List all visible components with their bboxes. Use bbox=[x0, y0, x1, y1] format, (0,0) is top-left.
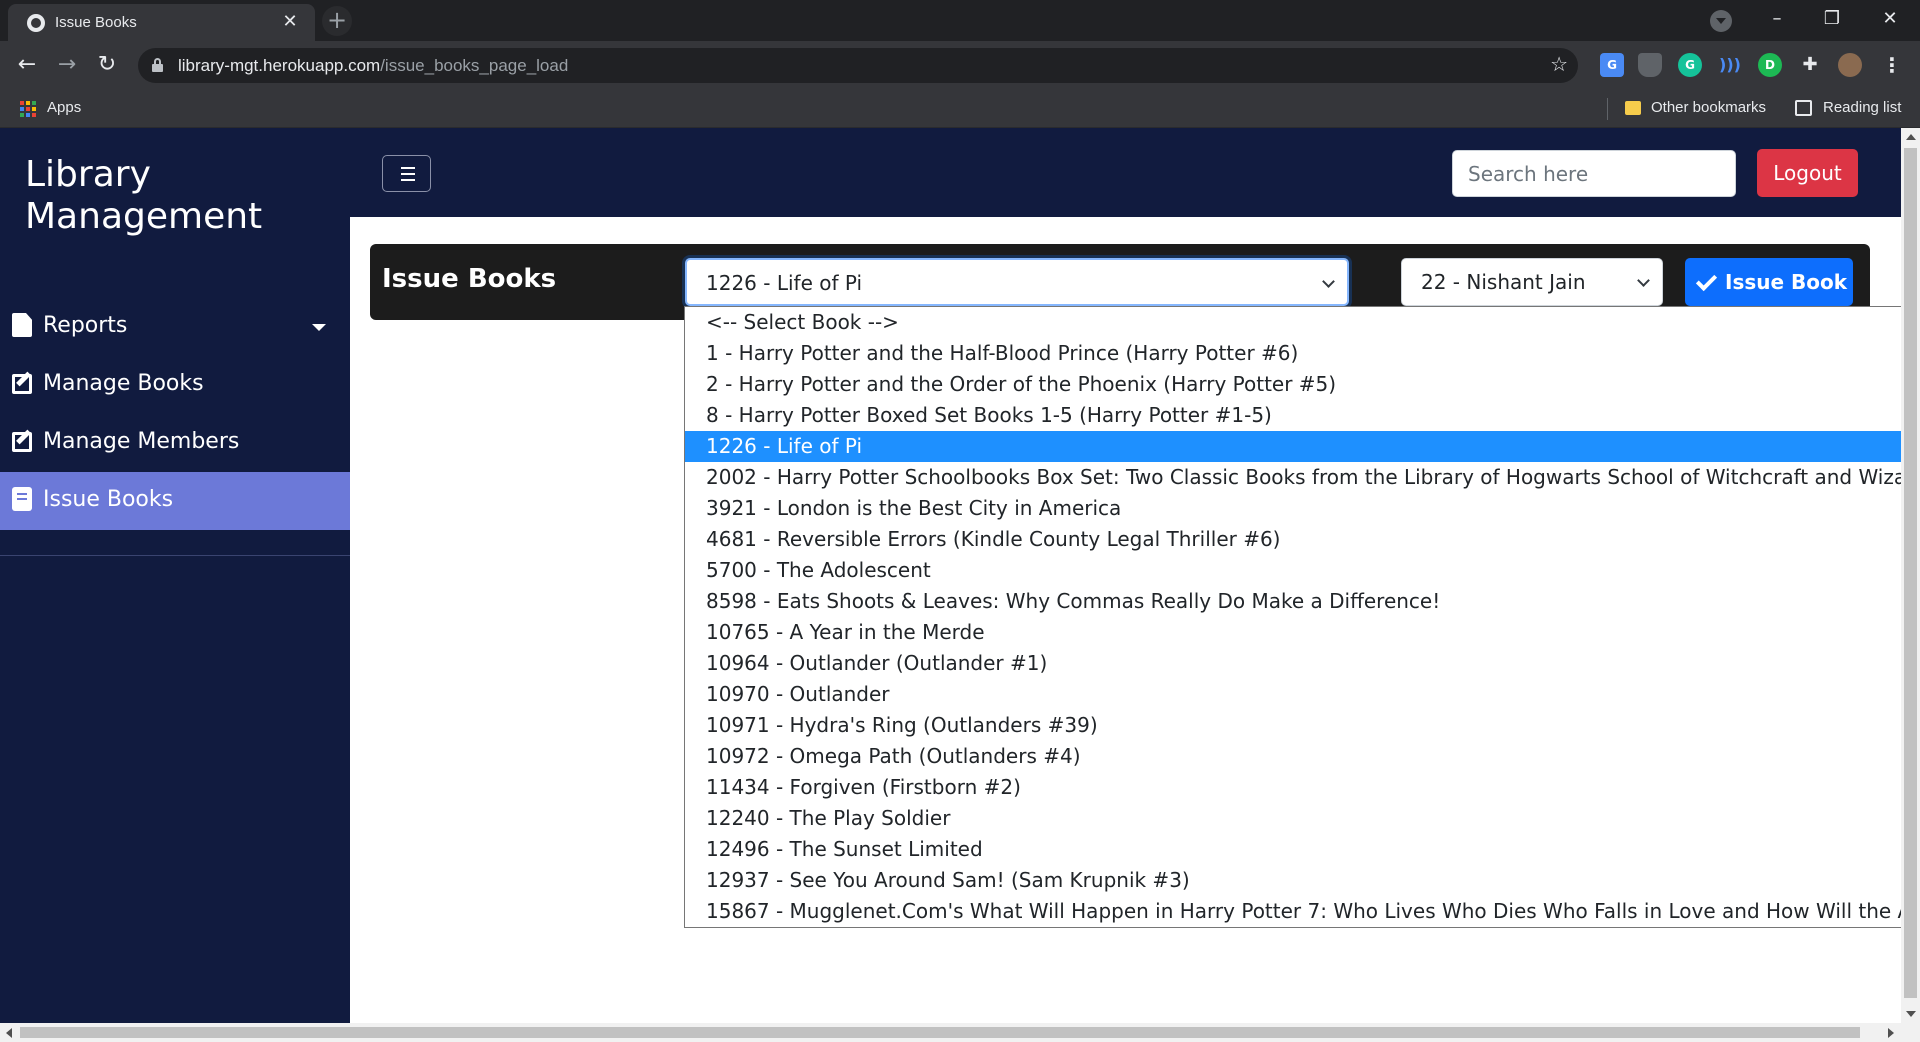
book-icon bbox=[12, 487, 32, 511]
other-bookmarks[interactable]: Other bookmarks bbox=[1651, 99, 1766, 116]
sidebar-item-manage-books[interactable]: Manage Books bbox=[0, 356, 350, 414]
tab-title: Issue Books bbox=[55, 14, 137, 31]
forward-arrow-icon[interactable]: → bbox=[52, 50, 82, 80]
restore-icon[interactable]: ❐ bbox=[1817, 8, 1847, 29]
close-tab-icon[interactable]: ✕ bbox=[279, 11, 301, 33]
sidebar-item-manage-members[interactable]: Manage Members bbox=[0, 414, 350, 472]
book-option[interactable]: 8598 - Eats Shoots & Leaves: Why Commas … bbox=[685, 586, 1919, 617]
book-option[interactable]: 3921 - London is the Best City in Americ… bbox=[685, 493, 1919, 524]
issue-book-button[interactable]: Issue Book bbox=[1685, 258, 1853, 306]
book-option[interactable]: 10972 - Omega Path (Outlanders #4) bbox=[685, 741, 1919, 772]
book-option[interactable]: 10964 - Outlander (Outlander #1) bbox=[685, 648, 1919, 679]
browser-tabstrip: Issue Books ✕ + – ❐ ✕ bbox=[0, 0, 1920, 41]
translate-extension-icon[interactable]: G bbox=[1600, 53, 1624, 77]
book-option[interactable]: <-- Select Book --> bbox=[685, 307, 1919, 338]
book-option[interactable]: 1226 - Life of Pi bbox=[685, 431, 1919, 462]
address-bar[interactable]: library-mgt.herokuapp.com/issue_books_pa… bbox=[138, 48, 1578, 83]
book-select[interactable]: 1226 - Life of Pi bbox=[685, 258, 1349, 306]
minimize-icon[interactable]: – bbox=[1762, 8, 1792, 29]
book-select-value: 1226 - Life of Pi bbox=[706, 271, 863, 295]
book-option[interactable]: 12240 - The Play Soldier bbox=[685, 803, 1919, 834]
book-option[interactable]: 12496 - The Sunset Limited bbox=[685, 834, 1919, 865]
grammarly-extension-icon[interactable]: G bbox=[1678, 53, 1702, 77]
scroll-right-arrow-icon[interactable] bbox=[1888, 1028, 1894, 1038]
member-select[interactable]: 22 - Nishant Jain bbox=[1401, 258, 1663, 306]
browser-tab[interactable]: Issue Books ✕ bbox=[8, 4, 315, 41]
logout-button[interactable]: Logout bbox=[1757, 149, 1858, 197]
check-icon bbox=[1695, 269, 1718, 292]
edit-icon bbox=[12, 432, 32, 452]
horizontal-scroll-thumb[interactable] bbox=[20, 1027, 1860, 1038]
book-option[interactable]: 15867 - Mugglenet.Com's What Will Happen… bbox=[685, 896, 1919, 927]
bookmark-star-icon[interactable]: ☆ bbox=[1550, 52, 1568, 76]
browser-toolbar: ← → ↻ library-mgt.herokuapp.com/issue_bo… bbox=[0, 41, 1920, 90]
green-extension-icon[interactable]: D bbox=[1758, 53, 1782, 77]
horizontal-scrollbar[interactable] bbox=[0, 1023, 1920, 1042]
file-icon bbox=[12, 313, 32, 337]
brand-title: Library Management bbox=[25, 154, 263, 237]
reload-icon[interactable]: ↻ bbox=[92, 50, 122, 80]
sidebar-item-issue-books[interactable]: Issue Books bbox=[0, 472, 350, 530]
sidebar: Library Management Reports Manage Books … bbox=[0, 128, 350, 1023]
avatar[interactable] bbox=[1838, 53, 1862, 77]
book-option[interactable]: 4681 - Reversible Errors (Kindle County … bbox=[685, 524, 1919, 555]
page-title: Issue Books bbox=[382, 264, 557, 294]
reading-list-icon bbox=[1795, 100, 1812, 116]
vertical-scroll-thumb[interactable] bbox=[1904, 148, 1917, 998]
bookmark-separator bbox=[1607, 98, 1608, 120]
chevron-down-icon bbox=[1322, 275, 1335, 288]
book-option[interactable]: 2 - Harry Potter and the Order of the Ph… bbox=[685, 369, 1919, 400]
book-option[interactable]: 2002 - Harry Potter Schoolbooks Box Set:… bbox=[685, 462, 1919, 493]
scroll-up-arrow-icon[interactable] bbox=[1906, 134, 1916, 140]
puzzle-extension-icon[interactable]: ✚ bbox=[1798, 53, 1822, 77]
shield-extension-icon[interactable] bbox=[1638, 53, 1662, 77]
sidebar-item-label: Reports bbox=[43, 313, 128, 338]
search-input[interactable] bbox=[1452, 150, 1736, 197]
hamburger-menu-button[interactable] bbox=[382, 155, 431, 192]
sidebar-item-label: Manage Members bbox=[43, 429, 240, 454]
close-window-icon[interactable]: ✕ bbox=[1875, 8, 1905, 29]
book-option[interactable]: 10970 - Outlander bbox=[685, 679, 1919, 710]
page-viewport: Library Management Reports Manage Books … bbox=[0, 128, 1920, 1042]
bookmarks-bar: Apps Other bookmarks Reading list bbox=[0, 90, 1920, 128]
new-tab-button[interactable]: + bbox=[322, 6, 352, 36]
scroll-down-arrow-icon[interactable] bbox=[1906, 1011, 1916, 1017]
reading-list[interactable]: Reading list bbox=[1823, 99, 1901, 116]
top-navbar: Logout bbox=[350, 128, 1901, 217]
tab-search-icon[interactable] bbox=[1710, 10, 1732, 32]
member-select-value: 22 - Nishant Jain bbox=[1421, 270, 1586, 294]
book-option[interactable]: 8 - Harry Potter Boxed Set Books 1-5 (Ha… bbox=[685, 400, 1919, 431]
book-dropdown-list: <-- Select Book --> 1 - Harry Potter and … bbox=[684, 306, 1920, 928]
scroll-left-arrow-icon[interactable] bbox=[6, 1028, 12, 1038]
vertical-scrollbar[interactable] bbox=[1901, 128, 1920, 1023]
book-option[interactable]: 10765 - A Year in the Merde bbox=[685, 617, 1919, 648]
book-option[interactable]: 5700 - The Adolescent bbox=[685, 555, 1919, 586]
folder-icon bbox=[1625, 101, 1641, 115]
book-option[interactable]: 10971 - Hydra's Ring (Outlanders #39) bbox=[685, 710, 1919, 741]
back-arrow-icon[interactable]: ← bbox=[12, 50, 42, 80]
globe-icon bbox=[27, 14, 45, 32]
sound-extension-icon[interactable]: ))) bbox=[1718, 53, 1742, 77]
url-text: library-mgt.herokuapp.com/issue_books_pa… bbox=[178, 56, 569, 75]
menu-dots-icon[interactable]: ⋮ bbox=[1880, 53, 1904, 77]
apps-grid-icon[interactable] bbox=[20, 101, 37, 118]
sidebar-item-label: Issue Books bbox=[43, 487, 174, 512]
book-option[interactable]: 11434 - Forgiven (Firstborn #2) bbox=[685, 772, 1919, 803]
lock-icon bbox=[152, 58, 163, 72]
chevron-down-icon bbox=[1637, 274, 1650, 287]
edit-icon bbox=[12, 374, 32, 394]
caret-down-icon bbox=[312, 324, 326, 331]
sidebar-item-reports[interactable]: Reports bbox=[0, 298, 350, 356]
book-option[interactable]: 1 - Harry Potter and the Half-Blood Prin… bbox=[685, 338, 1919, 369]
sidebar-item-label: Manage Books bbox=[43, 371, 204, 396]
book-option[interactable]: 12937 - See You Around Sam! (Sam Krupnik… bbox=[685, 865, 1919, 896]
sidebar-divider bbox=[0, 555, 350, 556]
apps-bookmark[interactable]: Apps bbox=[47, 99, 81, 116]
